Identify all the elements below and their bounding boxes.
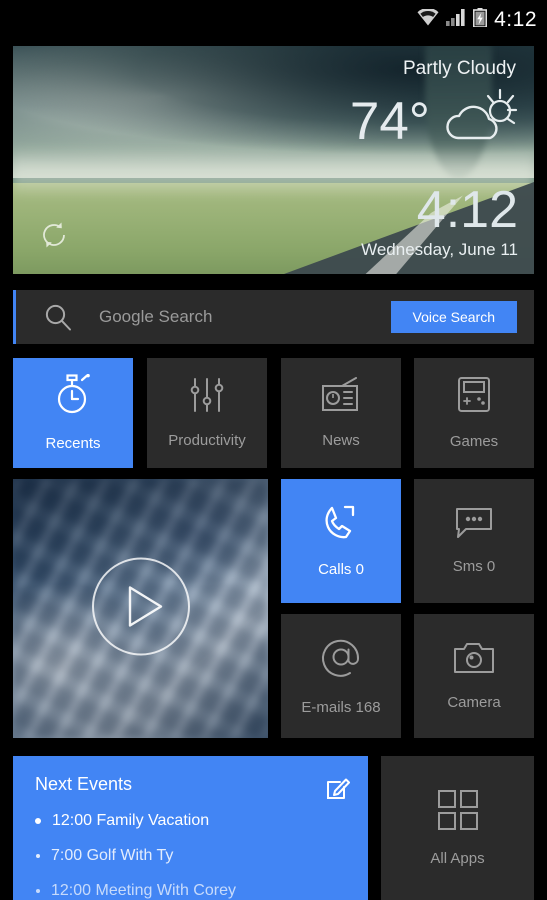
phone-icon (322, 504, 360, 547)
next-events-widget[interactable]: Next Events 12:00 Family Vacation 7:00 G… (13, 756, 368, 900)
media-player-tile[interactable] (13, 479, 268, 738)
tile-label: Productivity (168, 432, 246, 449)
grid-icon (437, 789, 479, 836)
weather-temperature: 74° (349, 92, 430, 151)
next-events-title: Next Events (35, 774, 133, 794)
tile-games[interactable]: Games (414, 358, 534, 468)
all-apps-button[interactable]: All Apps (381, 756, 534, 900)
tile-label: News (322, 432, 360, 449)
event-text: 12:00 Meeting With Corey (51, 882, 236, 899)
signal-icon (446, 9, 466, 31)
tile-sms[interactable]: Sms 0 (414, 479, 534, 603)
tile-news[interactable]: News (281, 358, 401, 468)
wifi-icon (417, 7, 439, 31)
refresh-icon[interactable] (40, 221, 68, 254)
weather-condition: Partly Cloudy (403, 58, 516, 79)
home-screen: 4:12 Partly Cloudy 74° 4:12 Wednesday, J… (0, 0, 547, 900)
bullet-icon (35, 818, 41, 824)
battery-charging-icon (473, 8, 488, 32)
list-item[interactable]: 12:00 Meeting With Corey (35, 882, 350, 900)
weather-temperature-row: 74° (350, 88, 518, 155)
event-text: 12:00 Family Vacation (52, 812, 210, 829)
tile-label: E-mails 168 (301, 699, 381, 716)
weather-clock: 4:12 (416, 181, 518, 239)
sms-icon (454, 507, 494, 544)
status-bar: 4:12 (0, 0, 547, 40)
gamepad-icon (456, 376, 492, 419)
list-item[interactable]: 12:00 Family Vacation (35, 812, 350, 830)
partly-cloudy-icon (444, 88, 518, 155)
tile-camera[interactable]: Camera (414, 614, 534, 738)
event-text: 7:00 Golf With Ty (51, 847, 174, 864)
search-input[interactable]: Google Search (99, 307, 391, 327)
list-item[interactable]: 7:00 Golf With Ty (35, 847, 350, 865)
tile-label: Recents (45, 435, 101, 452)
tile-emails[interactable]: E-mails 168 (281, 614, 401, 738)
sliders-icon (189, 377, 225, 418)
bullet-icon (36, 854, 40, 858)
radio-icon (320, 377, 362, 418)
weather-date: Wednesday, June 11 (361, 240, 518, 259)
search-icon[interactable] (43, 302, 73, 332)
tile-label: Sms 0 (452, 558, 496, 575)
google-search-bar[interactable]: Google Search Voice Search (13, 290, 534, 344)
at-icon (319, 636, 363, 685)
status-bar-time: 4:12 (494, 8, 537, 31)
tile-label: Camera (447, 694, 501, 711)
stopwatch-icon (53, 373, 93, 421)
all-apps-label: All Apps (430, 850, 485, 867)
tile-productivity[interactable]: Productivity (147, 358, 267, 468)
edit-icon[interactable] (326, 776, 350, 805)
weather-widget[interactable]: Partly Cloudy 74° 4:12 Wednesday, June 1… (13, 46, 534, 274)
bullet-icon (36, 889, 40, 893)
tile-label: Calls 0 (318, 561, 364, 578)
play-icon[interactable] (91, 556, 191, 661)
tile-label: Games (449, 433, 499, 450)
voice-search-button[interactable]: Voice Search (390, 301, 517, 333)
search-accent-stripe (13, 290, 16, 344)
camera-icon (453, 641, 495, 680)
tile-recents[interactable]: Recents (13, 358, 133, 468)
tile-calls[interactable]: Calls 0 (281, 479, 401, 603)
